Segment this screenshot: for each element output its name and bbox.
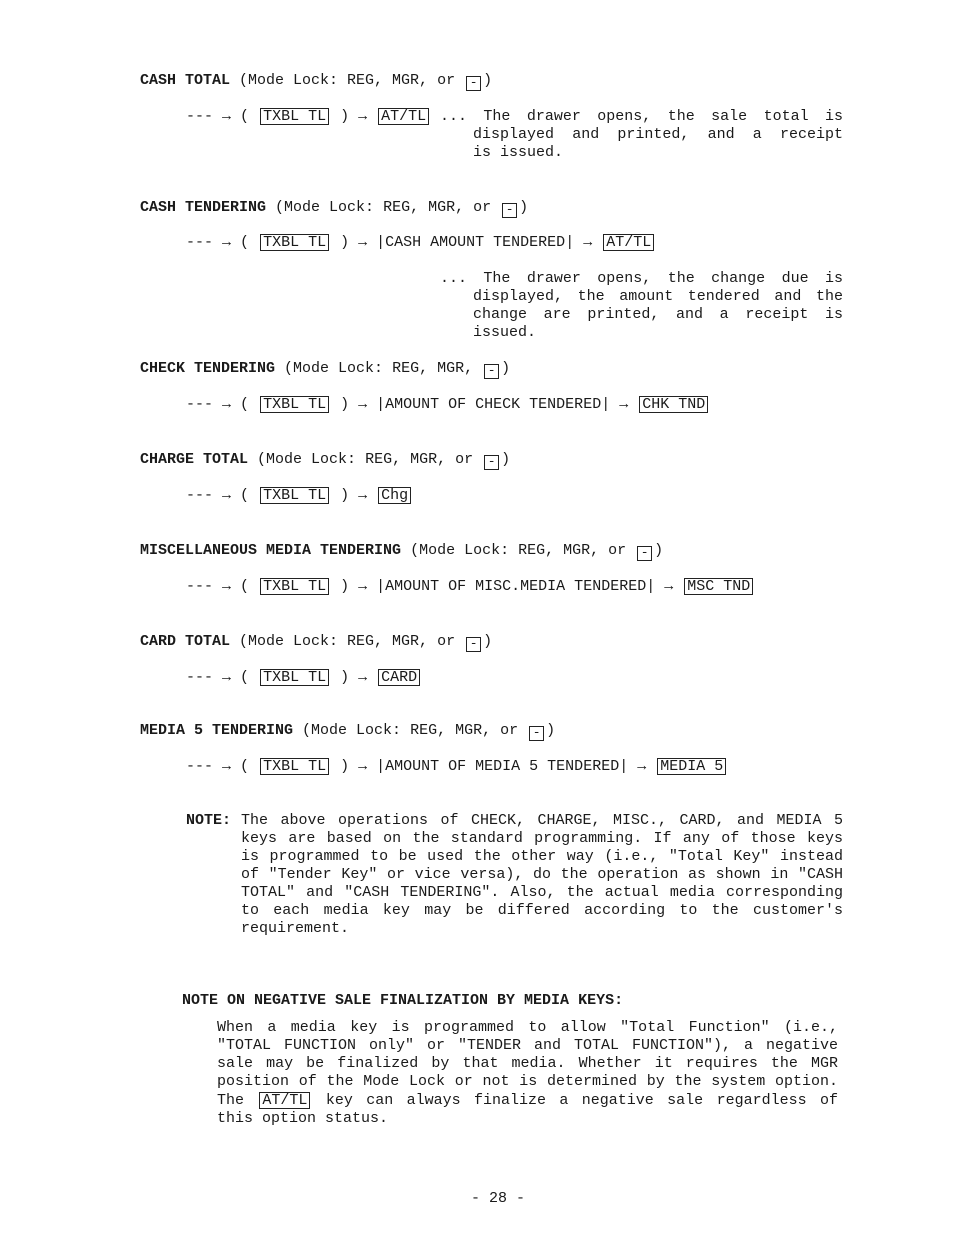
- key-sequence: --- → ( TXBL TL ) → |AMOUNT OF CHECK TEN…: [186, 396, 710, 414]
- section-heading-misc-tendering: MISCELLANEOUS MEDIA TENDERING (Mode Lock…: [140, 542, 664, 561]
- amount-entry: AMOUNT OF MISC.MEDIA TENDERED: [385, 578, 647, 595]
- description-line: change are printed, and a receipt is: [473, 306, 843, 323]
- chg-key: Chg: [378, 487, 412, 504]
- txbl-tl-key: TXBL TL: [260, 396, 330, 413]
- minus-key-icon: -: [637, 546, 653, 561]
- minus-key-icon: -: [484, 455, 500, 470]
- section-heading-cash-total: CASH TOTAL (Mode Lock: REG, MGR, or -): [140, 72, 493, 91]
- note-line: of "Tender Key" or vice versa), do the o…: [241, 866, 843, 883]
- minus-key-icon: -: [466, 637, 482, 652]
- key-sequence: --- → ( TXBL TL ) → AT/TL: [186, 108, 431, 126]
- txbl-tl-key: TXBL TL: [260, 234, 330, 251]
- description-line: ... The drawer opens, the sale total is: [440, 108, 843, 125]
- paragraph-line: this option status.: [217, 1110, 389, 1127]
- note-line: keys are based on the standard programmi…: [241, 830, 843, 847]
- txbl-tl-key: TXBL TL: [260, 669, 330, 686]
- key-sequence: --- → ( TXBL TL ) → CARD: [186, 669, 422, 687]
- key-sequence: --- → ( TXBL TL ) → Chg: [186, 487, 413, 505]
- note-line: The above operations of CHECK, CHARGE, M…: [241, 812, 843, 829]
- section-heading-check-tendering: CHECK TENDERING (Mode Lock: REG, MGR, -): [140, 360, 511, 379]
- note-line: is programmed to be used the other way (…: [241, 848, 843, 865]
- paragraph-line: sale may be finalized by that media. Whe…: [217, 1055, 838, 1072]
- at-tl-key: AT/TL: [378, 108, 430, 125]
- paragraph-line: position of the Mode Lock or not is dete…: [217, 1073, 838, 1090]
- key-sequence: --- → ( TXBL TL ) → |CASH AMOUNT TENDERE…: [186, 234, 656, 252]
- paragraph-line: The AT/TL key can always finalize a nega…: [217, 1092, 838, 1109]
- minus-key-icon: -: [502, 203, 518, 218]
- at-tl-key: AT/TL: [259, 1092, 311, 1109]
- description-line: displayed and printed, and a receipt: [473, 126, 843, 143]
- description-line: ... The drawer opens, the change due is: [440, 270, 843, 287]
- amount-entry: AMOUNT OF CHECK TENDERED: [385, 396, 602, 413]
- txbl-tl-key: TXBL TL: [260, 487, 330, 504]
- note-label: NOTE:: [186, 812, 232, 829]
- media-5-key: MEDIA 5: [657, 758, 727, 775]
- section-heading-charge-total: CHARGE TOTAL (Mode Lock: REG, MGR, or -): [140, 451, 511, 470]
- amount-entry: CASH AMOUNT TENDERED: [385, 234, 566, 251]
- section-heading-card-total: CARD TOTAL (Mode Lock: REG, MGR, or -): [140, 633, 493, 652]
- amount-entry: AMOUNT OF MEDIA 5 TENDERED: [385, 758, 620, 775]
- txbl-tl-key: TXBL TL: [260, 578, 330, 595]
- msc-tnd-key: MSC TND: [684, 578, 754, 595]
- minus-key-icon: -: [484, 364, 500, 379]
- card-key: CARD: [378, 669, 421, 686]
- section-heading-media5-tendering: MEDIA 5 TENDERING (Mode Lock: REG, MGR, …: [140, 722, 556, 741]
- paragraph-line: When a media key is programmed to allow …: [217, 1019, 838, 1036]
- description-line: displayed, the amount tendered and the: [473, 288, 843, 305]
- note-line: to each media key may be differed accord…: [241, 902, 843, 919]
- minus-key-icon: -: [466, 76, 482, 91]
- page-number: - 28 -: [471, 1190, 526, 1207]
- note-line: TOTAL" and "CASH TENDERING". Also, the a…: [241, 884, 843, 901]
- at-tl-key: AT/TL: [603, 234, 655, 251]
- minus-key-icon: -: [529, 726, 545, 741]
- negative-sale-heading: NOTE ON NEGATIVE SALE FINALIZATION BY ME…: [182, 992, 624, 1009]
- txbl-tl-key: TXBL TL: [260, 758, 330, 775]
- description-line: issued.: [473, 324, 537, 341]
- chk-tnd-key: CHK TND: [639, 396, 709, 413]
- key-sequence: --- → ( TXBL TL ) → |AMOUNT OF MEDIA 5 T…: [186, 758, 728, 776]
- txbl-tl-key: TXBL TL: [260, 108, 330, 125]
- description-line: is issued.: [473, 144, 564, 161]
- note-line: requirement.: [241, 920, 350, 937]
- paragraph-line: "TOTAL FUNCTION only" or "TENDER and TOT…: [217, 1037, 838, 1054]
- section-heading-cash-tendering: CASH TENDERING (Mode Lock: REG, MGR, or …: [140, 199, 529, 218]
- key-sequence: --- → ( TXBL TL ) → |AMOUNT OF MISC.MEDI…: [186, 578, 755, 596]
